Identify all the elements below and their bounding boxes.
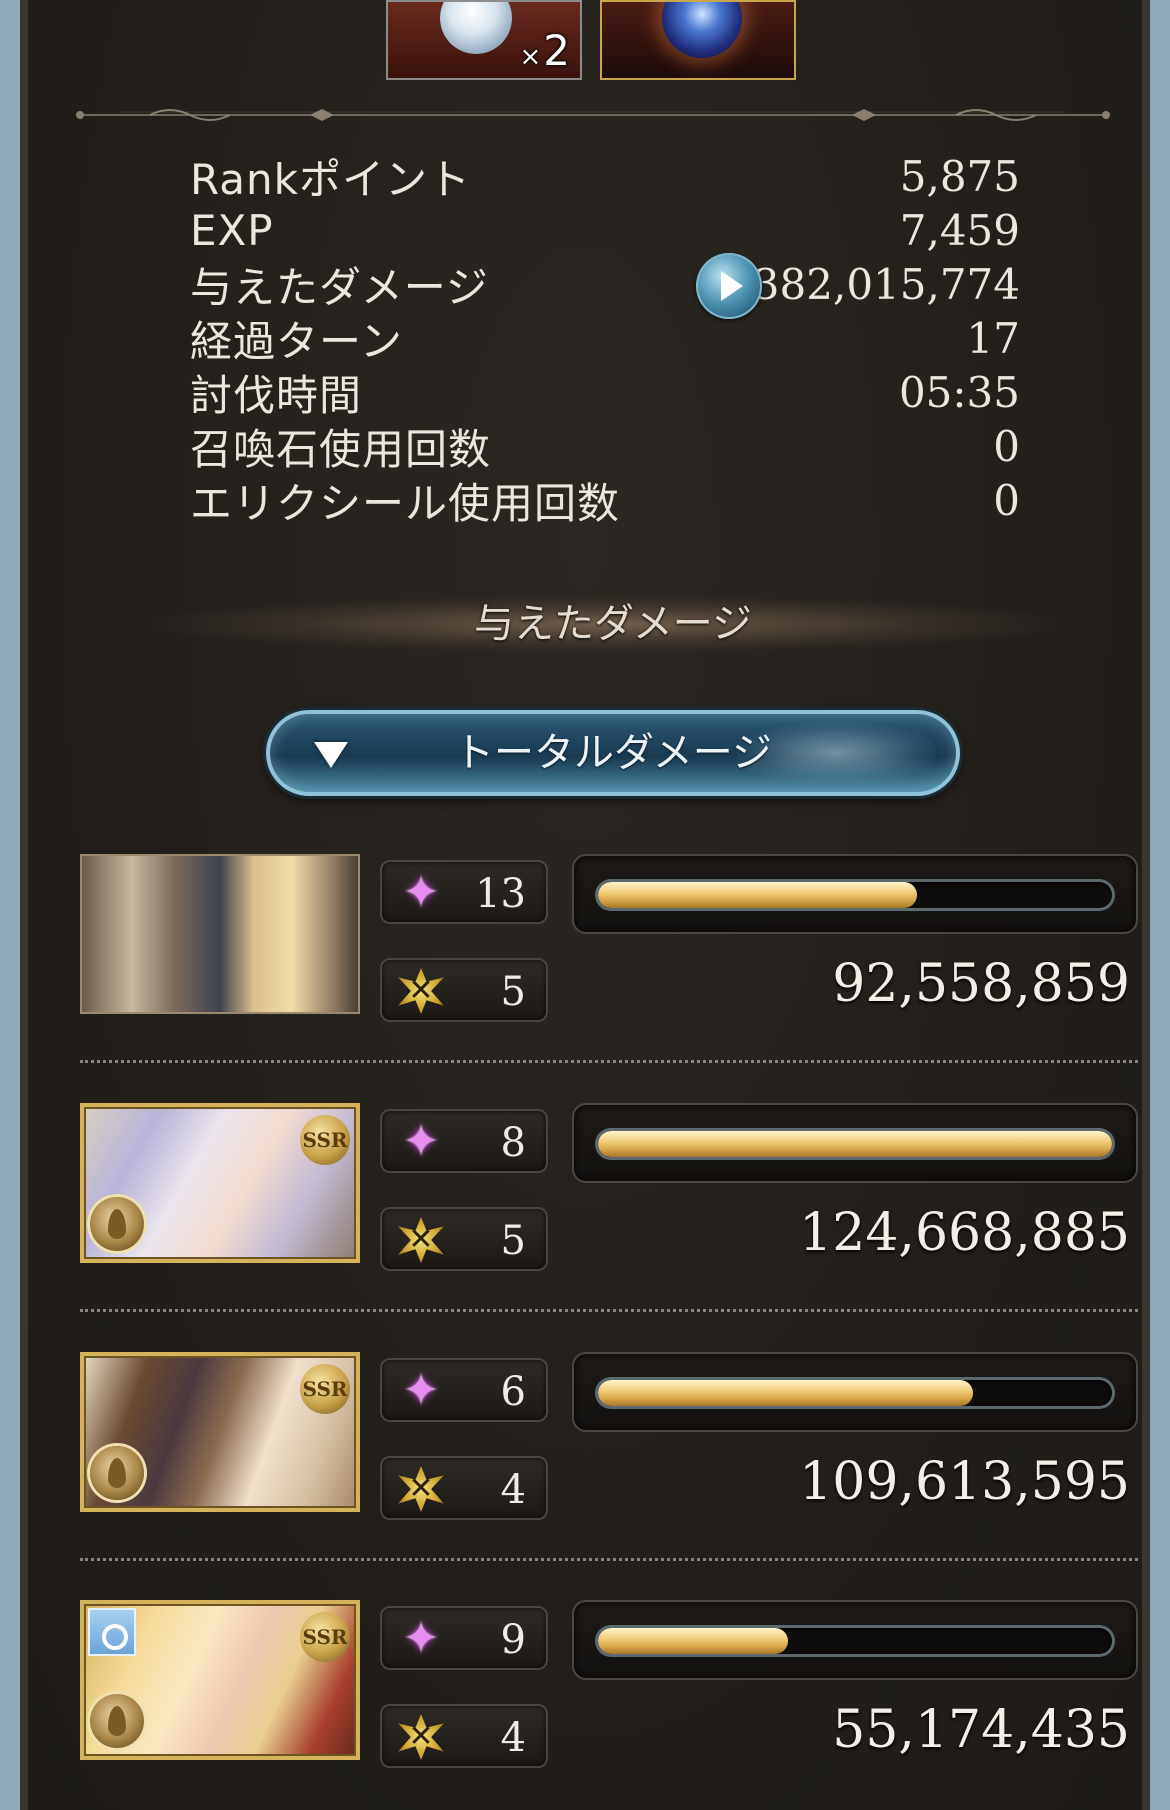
damage-bar-track	[598, 1380, 1112, 1406]
stat-damage-dealt: 与えたダメージ 382,015,774	[190, 258, 1020, 312]
stat-rank-points: Rankポイント 5,875	[190, 150, 1020, 204]
stat-label: エリクシール使用回数	[190, 478, 621, 528]
damage-bar-fill	[598, 882, 917, 908]
stat-label: 経過ターン	[190, 316, 403, 366]
earth-element-icon	[90, 1197, 144, 1251]
sparkle-star-icon: ✦	[402, 1365, 440, 1416]
character-portrait[interactable]: SSR	[80, 1352, 360, 1512]
stat-label: 与えたダメージ	[190, 262, 489, 312]
damage-bar	[572, 854, 1138, 934]
star-count-box: ✦ 9	[380, 1606, 548, 1670]
damage-value: 55,174,435	[832, 1700, 1130, 1760]
stat-value: 17	[966, 313, 1020, 363]
ability-count: 5	[500, 1218, 526, 1264]
stat-label: EXP	[190, 205, 274, 255]
star-count: 13	[475, 871, 526, 917]
ssr-rarity-badge: SSR	[300, 1364, 350, 1414]
character-row: SSR ✦ 8 5 124,668,885	[28, 1103, 1142, 1343]
damage-bar	[572, 1352, 1138, 1432]
reward-item-orb[interactable]	[600, 0, 796, 80]
damage-bar-track	[598, 882, 1112, 908]
star-count-box: ✦ 13	[380, 860, 548, 924]
star-count-box: ✦ 8	[380, 1109, 548, 1173]
character-portrait[interactable]	[80, 854, 360, 1014]
stat-label: 召喚石使用回数	[190, 424, 492, 474]
results-panel: ×2 Rankポイント 5,875 EXP 7,459 与えたダメージ 382,…	[20, 0, 1150, 1810]
ability-burst-icon	[398, 1714, 444, 1760]
stat-label: Rankポイント	[190, 154, 471, 204]
reward-item-crystal[interactable]: ×2	[386, 0, 582, 80]
damage-bar-track	[598, 1131, 1112, 1157]
sparkle-star-icon: ✦	[402, 1613, 440, 1664]
stat-value: 5,875	[899, 151, 1020, 201]
dropdown-label: トータルダメージ	[454, 730, 772, 776]
stat-value: 0	[993, 421, 1020, 471]
damage-type-dropdown[interactable]: トータルダメージ	[266, 710, 960, 796]
star-count: 9	[500, 1617, 526, 1663]
character-row: SSR ✦ 6 4 109,613,595	[28, 1352, 1142, 1592]
section-title: 与えたダメージ	[474, 601, 752, 647]
stat-value: 7,459	[899, 205, 1020, 255]
stat-summon-uses: 召喚石使用回数 0	[190, 420, 1020, 474]
stat-value: 05:35	[898, 367, 1020, 417]
ability-burst-icon	[398, 1466, 444, 1512]
ability-count-box: 5	[380, 1207, 548, 1271]
earth-element-icon	[90, 1446, 144, 1500]
damage-value: 124,668,885	[799, 1203, 1130, 1263]
damage-bar	[572, 1103, 1138, 1183]
ornament-divider	[76, 109, 1110, 121]
damage-value: 92,558,859	[832, 954, 1130, 1014]
stat-value: 382,015,774	[752, 259, 1020, 309]
star-count: 8	[500, 1120, 526, 1166]
ability-count-box: 5	[380, 958, 548, 1022]
earth-element-icon	[90, 1694, 144, 1748]
ability-count: 4	[500, 1467, 526, 1513]
star-count: 6	[500, 1369, 526, 1415]
stat-clear-time: 討伐時間 05:35	[190, 366, 1020, 420]
damage-bar-track	[598, 1628, 1112, 1654]
damage-bar	[572, 1600, 1138, 1680]
stat-value: 0	[993, 475, 1020, 525]
star-count-box: ✦ 6	[380, 1358, 548, 1422]
stat-elixir-uses: エリクシール使用回数 0	[190, 474, 1020, 528]
ability-count: 4	[500, 1715, 526, 1761]
row-divider	[80, 1060, 1138, 1063]
damage-bar-fill	[598, 1131, 1112, 1157]
stat-label: 討伐時間	[190, 370, 363, 420]
stat-turns-elapsed: 経過ターン 17	[190, 312, 1020, 366]
ring-icon	[88, 1608, 136, 1656]
ability-burst-icon	[398, 1217, 444, 1263]
character-row: ✦ 13 5 92,558,859	[28, 854, 1142, 1094]
damage-bar-fill	[598, 1380, 974, 1406]
ability-count: 5	[500, 969, 526, 1015]
character-portrait[interactable]: SSR	[80, 1103, 360, 1263]
sparkle-star-icon: ✦	[402, 867, 440, 918]
damage-bar-fill	[598, 1628, 789, 1654]
damage-detail-play-button[interactable]	[696, 253, 762, 319]
sparkle-star-icon: ✦	[402, 1116, 440, 1167]
ability-count-box: 4	[380, 1456, 548, 1520]
ability-count-box: 4	[380, 1704, 548, 1768]
ssr-rarity-badge: SSR	[300, 1115, 350, 1165]
ability-burst-icon	[398, 968, 444, 1014]
reward-quantity: ×2	[519, 26, 570, 75]
blue-orb-icon	[662, 2, 742, 58]
ssr-rarity-badge: SSR	[300, 1612, 350, 1662]
character-row: SSR ✦ 9 4 55,174,435	[28, 1600, 1142, 1810]
row-divider	[80, 1309, 1138, 1312]
stat-exp: EXP 7,459	[190, 204, 1020, 256]
damage-value: 109,613,595	[799, 1452, 1130, 1512]
character-portrait[interactable]: SSR	[80, 1600, 360, 1760]
row-divider	[80, 1558, 1138, 1561]
crystal-orb-icon	[440, 2, 512, 54]
